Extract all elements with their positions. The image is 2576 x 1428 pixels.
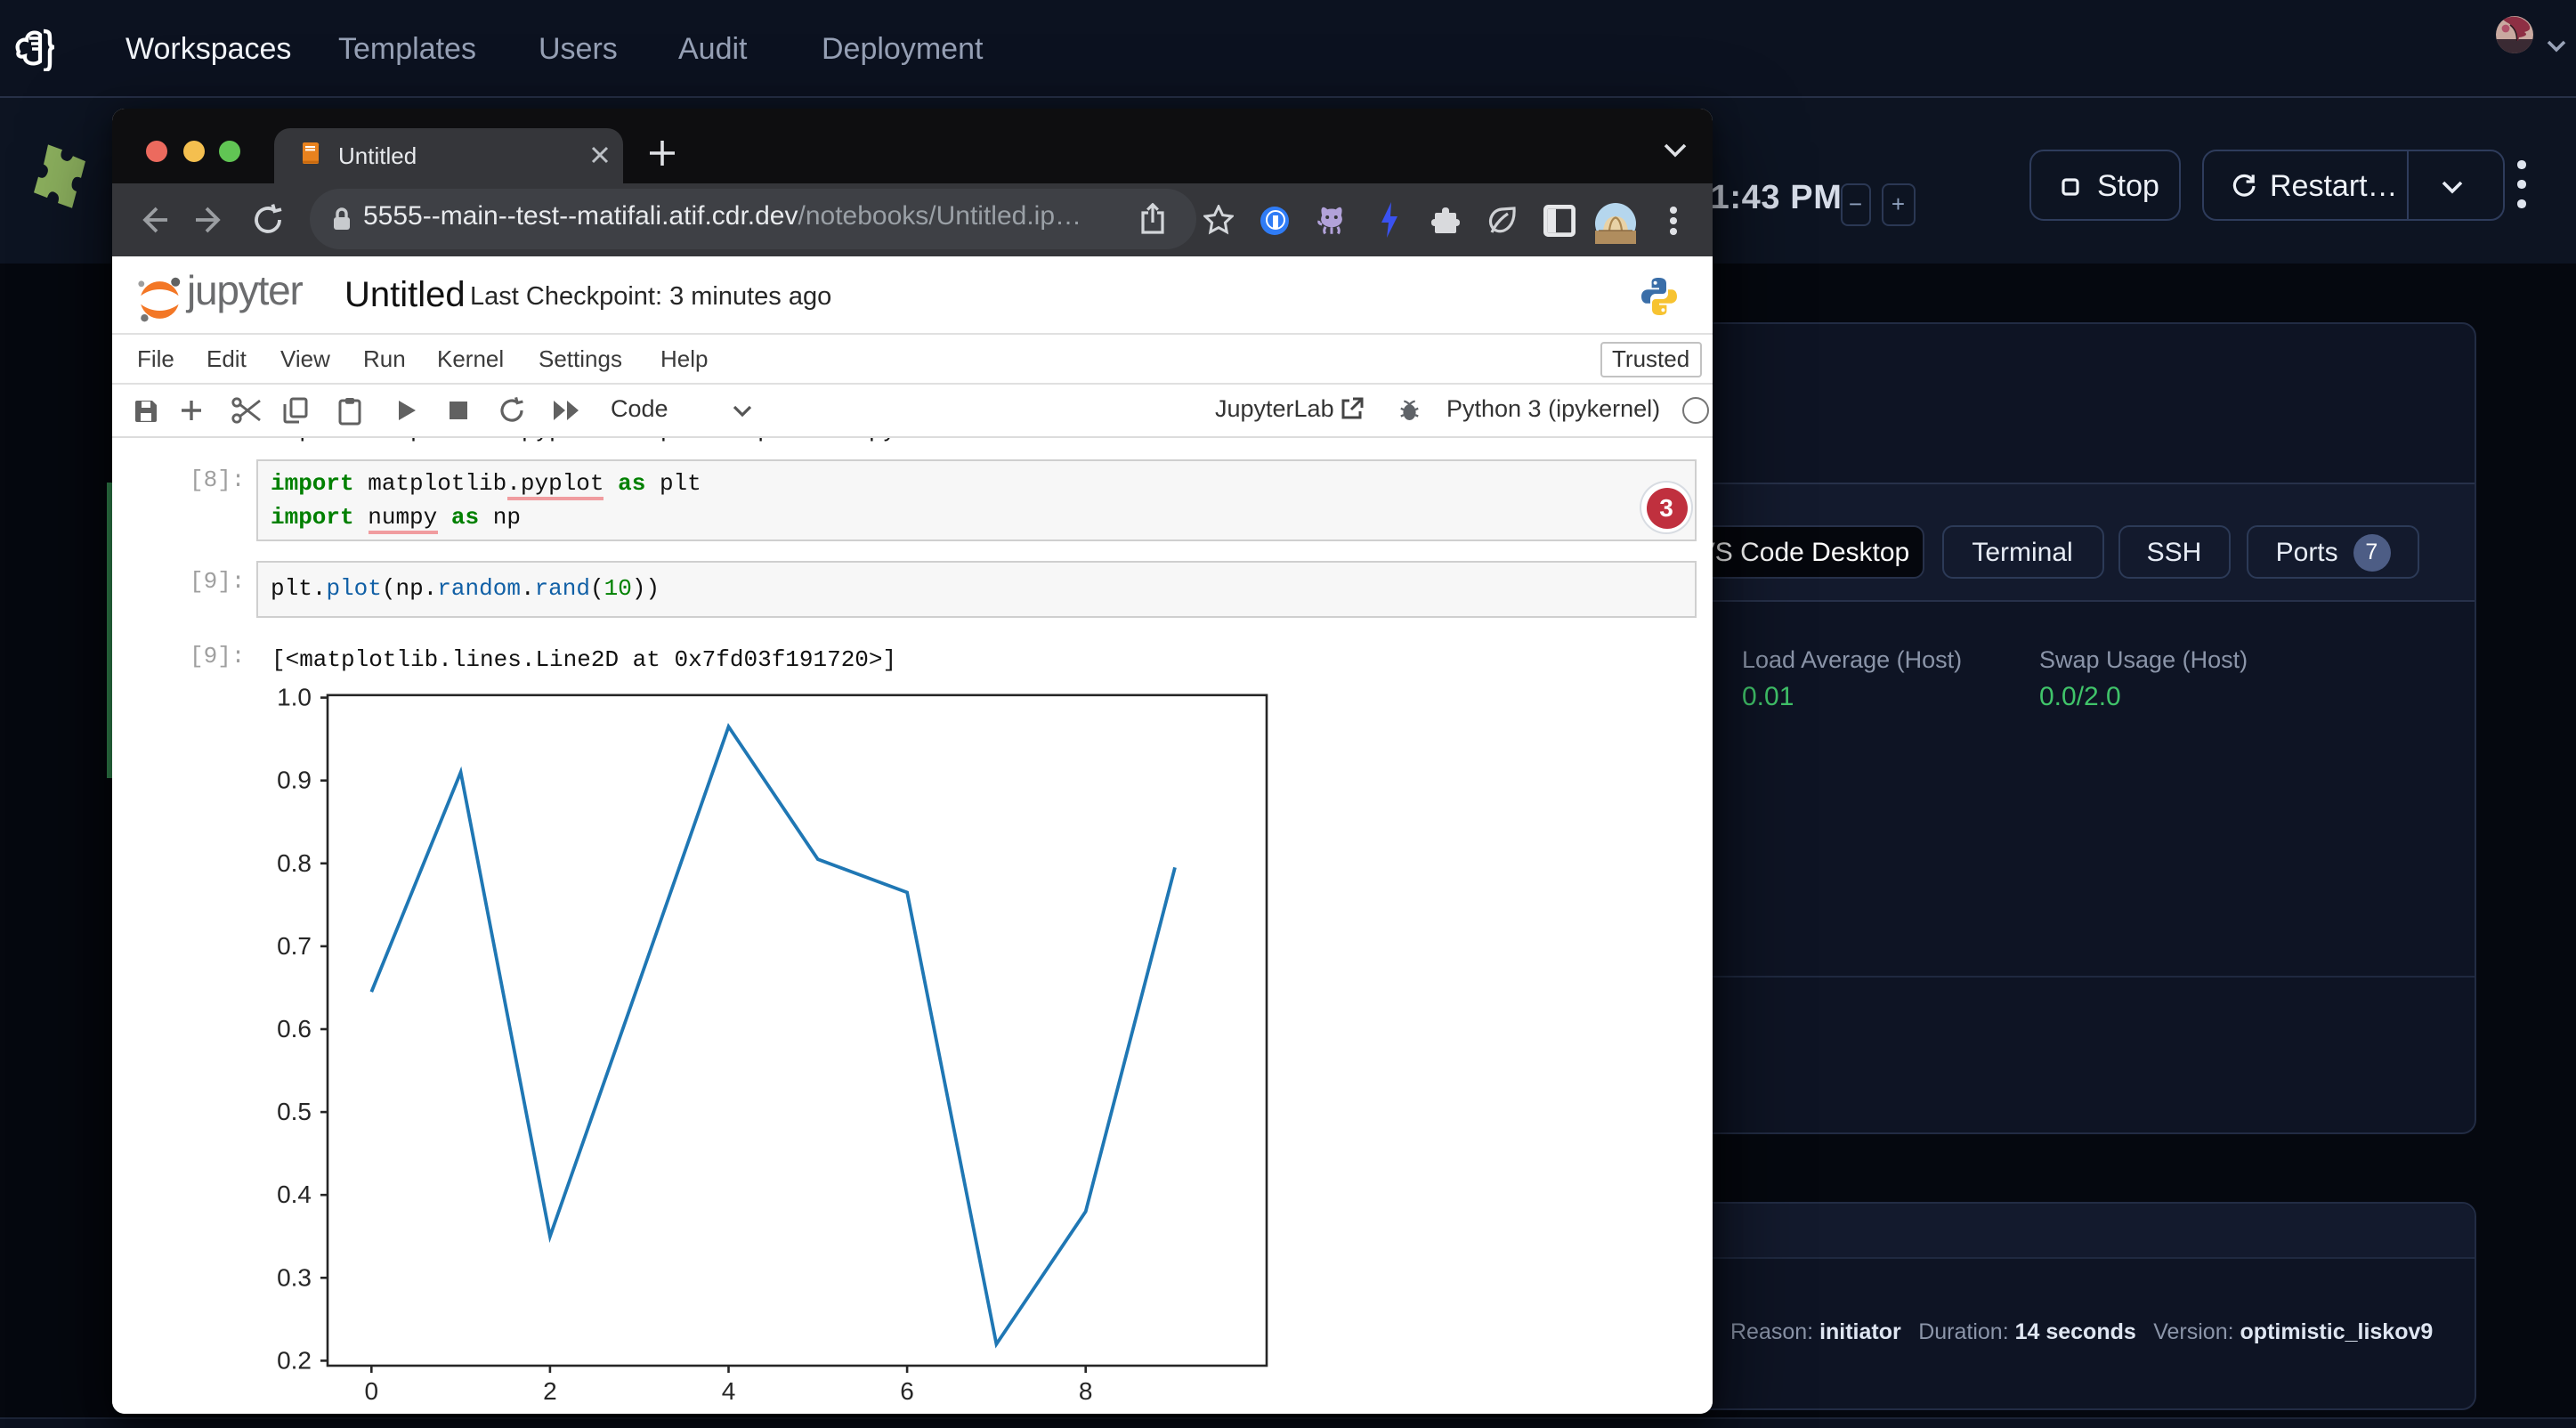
svg-text:0.2: 0.2 bbox=[277, 1346, 312, 1374]
svg-text:0.4: 0.4 bbox=[277, 1181, 312, 1208]
svg-text:2: 2 bbox=[543, 1377, 557, 1405]
svg-text:0.6: 0.6 bbox=[277, 1015, 312, 1043]
svg-text:0.8: 0.8 bbox=[277, 849, 312, 877]
svg-text:4: 4 bbox=[722, 1377, 736, 1405]
svg-text:0: 0 bbox=[365, 1377, 379, 1405]
svg-text:6: 6 bbox=[900, 1377, 914, 1405]
svg-text:0.5: 0.5 bbox=[277, 1098, 312, 1125]
svg-text:0.3: 0.3 bbox=[277, 1263, 312, 1291]
svg-text:1.0: 1.0 bbox=[277, 684, 312, 711]
svg-text:0.7: 0.7 bbox=[277, 932, 312, 960]
svg-text:8: 8 bbox=[1079, 1377, 1093, 1405]
svg-text:0.9: 0.9 bbox=[277, 767, 312, 794]
